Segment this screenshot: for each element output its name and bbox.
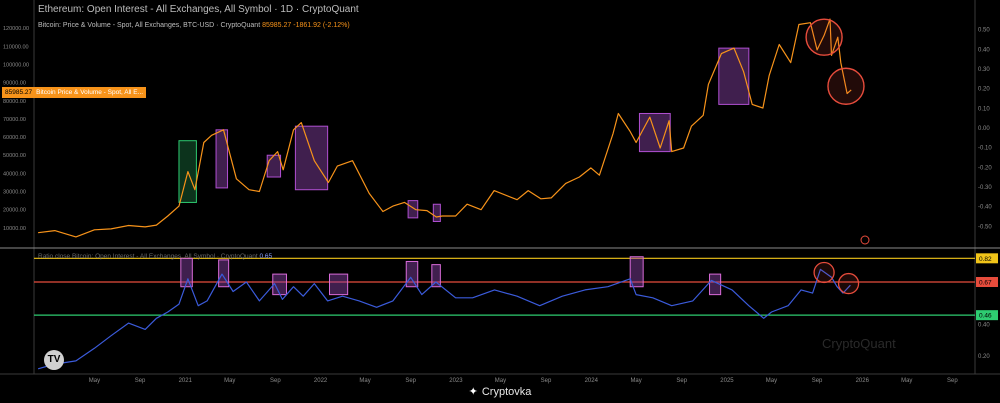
- x-tick-label: May: [901, 378, 912, 384]
- ratio-highlight-box: [431, 264, 441, 288]
- subtitle-change: -1861.92 (-2.12%): [293, 22, 350, 29]
- x-tick-label: May: [766, 378, 777, 384]
- watermark: CryptoQuant: [822, 336, 896, 351]
- right-y-tick-label: 0.00: [978, 126, 990, 132]
- x-tick-label: May: [89, 378, 100, 384]
- x-tick-label: 2021: [179, 378, 193, 384]
- ratio-level-label: 0.82: [979, 256, 992, 263]
- ratio-series-label: Ratio close Bitcoin: Open Interest - All…: [38, 253, 272, 260]
- right-y-tick-label: -0.30: [978, 185, 992, 191]
- left-y-tick-label: 90000.00: [3, 81, 26, 87]
- right-y-tick-label: -0.40: [978, 205, 992, 211]
- x-tick-label: Sep: [541, 378, 552, 384]
- ratio-highlight-box: [328, 273, 349, 296]
- highlight-circle: [827, 67, 865, 105]
- x-tick-label: Sep: [947, 378, 958, 384]
- right-y-tick-label: 0.20: [978, 87, 990, 93]
- x-tick-label: May: [359, 378, 370, 384]
- highlight-box-purple: [266, 154, 282, 178]
- left-y-tick-label: 70000.00: [3, 117, 26, 123]
- ratio-y-tick-label: 0.40: [978, 323, 990, 329]
- left-y-tick-label: 80000.00: [3, 99, 26, 105]
- price-tag: 85985.27 Bitcoin Price & Volume - Spot, A…: [2, 87, 147, 98]
- x-tick-label: 2023: [449, 378, 463, 384]
- right-y-tick-label: 0.30: [978, 67, 990, 73]
- ratio-highlight-box: [405, 260, 419, 288]
- left-y-tick-label: 50000.00: [3, 153, 26, 159]
- x-tick-label: Sep: [812, 378, 823, 384]
- left-y-tick-label: 120000.00: [3, 26, 29, 32]
- right-y-tick-label: -0.20: [978, 165, 992, 171]
- x-tick-label: 2022: [314, 378, 328, 384]
- ratio-level-label: 0.67: [979, 280, 992, 287]
- price-tag-value: 85985.27: [5, 89, 33, 96]
- x-tick-label: Sep: [405, 378, 416, 384]
- x-tick-label: Sep: [135, 378, 146, 384]
- x-tick-label: May: [495, 378, 506, 384]
- x-tick-label: 2025: [720, 378, 734, 384]
- ratio-level-label: 0.46: [979, 313, 992, 320]
- left-y-tick-label: 110000.00: [3, 44, 29, 50]
- subtitle-text: Bitcoin: Price & Volume - Spot, All Exch…: [38, 22, 261, 29]
- left-y-tick-label: 10000.00: [3, 226, 26, 232]
- left-y-tick-label: 100000.00: [3, 62, 29, 68]
- brand-name: Cryptovka: [481, 386, 532, 398]
- x-tick-label: May: [630, 378, 641, 384]
- right-y-tick-label: -0.50: [978, 224, 992, 230]
- x-tick-label: May: [224, 378, 235, 384]
- highlight-circle: [805, 18, 843, 56]
- price-tag-label: Bitcoin Price & Volume - Spot, All E...: [36, 89, 144, 96]
- chart-title: Ethereum: Open Interest - All Exchanges,…: [38, 4, 359, 15]
- ratio-y-tick-label: 0.20: [978, 354, 990, 360]
- right-y-tick-label: 0.50: [978, 28, 990, 34]
- ratio-highlight-circle: [813, 261, 835, 284]
- right-y-tick-label: -0.10: [978, 146, 992, 152]
- right-y-tick-label: 0.10: [978, 106, 990, 112]
- ratio-series-line: [37, 268, 851, 370]
- x-tick-label: Sep: [676, 378, 687, 384]
- x-tick-label: 2024: [585, 378, 599, 384]
- left-y-tick-label: 40000.00: [3, 171, 26, 177]
- highlight-box-purple: [432, 203, 441, 222]
- x-tick-label: 2026: [856, 378, 870, 384]
- x-tick-label: Sep: [270, 378, 281, 384]
- ratio-label-text: Ratio close Bitcoin: Open Interest - All…: [38, 253, 258, 260]
- ratio-label-value: 0.65: [259, 253, 273, 260]
- tradingview-logo-icon[interactable]: TV: [44, 350, 64, 370]
- ratio-highlight-circle: [837, 272, 860, 295]
- left-y-tick-label: 20000.00: [3, 208, 26, 214]
- event-marker-icon: [860, 235, 870, 245]
- cryptovka-logo-icon: ✦: [468, 386, 478, 398]
- highlight-box-purple: [294, 125, 329, 191]
- chart-subtitle: Bitcoin: Price & Volume - Spot, All Exch…: [38, 22, 350, 29]
- left-y-tick-label: 30000.00: [3, 190, 26, 196]
- subtitle-price: 85985.27: [262, 22, 292, 29]
- left-y-tick-label: 60000.00: [3, 135, 26, 141]
- right-y-tick-label: 0.40: [978, 47, 990, 53]
- ratio-highlight-box: [629, 256, 644, 288]
- brand-footer: ✦ Cryptovka: [0, 385, 1000, 398]
